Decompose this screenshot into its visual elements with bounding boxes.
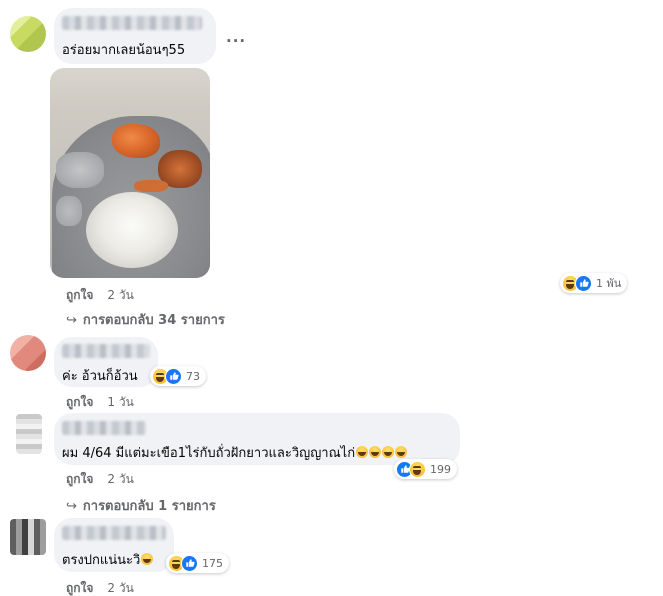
comment-text: ผม 4/64 มีแต่มะเขือ1ไร่กับถั่วฝักยาวและว… [62, 442, 408, 463]
laughing-emoji-icon [395, 446, 408, 458]
blurred-commenter-name[interactable] [62, 526, 166, 540]
laughing-emoji-icon [356, 446, 369, 458]
like-button[interactable]: ถูกใจ [66, 288, 93, 302]
comment-text-body: ตรงปกแน่นะวิ [62, 553, 141, 568]
sauce-food [134, 180, 168, 192]
commenter-avatar[interactable] [10, 519, 46, 555]
comment-actions: ถูกใจ 2 วัน [66, 470, 134, 489]
reaction-summary[interactable]: 73 [150, 366, 206, 386]
comment-text: ตรงปกแน่นะวิ [62, 549, 154, 570]
laughing-emoji-icon [369, 446, 382, 458]
more-options-button[interactable]: ··· [226, 32, 246, 50]
reaction-summary[interactable]: 1 พัน [560, 273, 628, 293]
reaction-count: 199 [430, 462, 451, 476]
replies-label: การตอบกลับ 34 รายการ [82, 313, 225, 328]
commenter-avatar[interactable] [10, 16, 46, 52]
like-button[interactable]: ถูกใจ [66, 472, 93, 486]
rice-food [86, 192, 178, 268]
comment-text-body: ผม 4/64 มีแต่มะเขือ1ไร่กับถั่วฝักยาวและว… [62, 446, 356, 461]
laughing-emoji-icon [141, 553, 154, 565]
curry-food [112, 124, 160, 158]
comment-actions: ถูกใจ 1 วัน [66, 393, 134, 412]
reaction-summary[interactable]: 175 [166, 553, 229, 573]
haha-reaction-icon [409, 460, 426, 478]
tray-compartment [56, 196, 82, 226]
comment-photo-food-tray[interactable] [50, 68, 210, 278]
reaction-count: 73 [186, 369, 200, 383]
comment-time[interactable]: 1 วัน [107, 395, 133, 409]
tray-compartment [56, 152, 104, 188]
comment-time[interactable]: 2 วัน [107, 581, 133, 595]
like-reaction-icon [181, 554, 198, 572]
like-button[interactable]: ถูกใจ [66, 581, 93, 595]
reaction-count: 1 พัน [596, 277, 622, 290]
comment-text: ค่ะ อ้วนก็อ้วน [62, 369, 138, 384]
reaction-summary[interactable]: 199 [394, 459, 457, 479]
like-button[interactable]: ถูกใจ [66, 395, 93, 409]
reply-arrow-icon: ↪ [66, 499, 77, 514]
replies-label: การตอบกลับ 1 รายการ [82, 499, 216, 514]
blurred-commenter-name[interactable] [62, 344, 150, 358]
laughing-emoji-icon [382, 446, 395, 458]
view-replies-link[interactable]: ↪ การตอบกลับ 34 รายการ [66, 309, 225, 330]
comment-actions: ถูกใจ 2 วัน [66, 286, 134, 305]
comment-text: อร่อยมากเลยน้อนๆ55 [62, 43, 186, 58]
comment-time[interactable]: 2 วัน [107, 288, 133, 302]
like-reaction-icon [165, 367, 182, 385]
commenter-avatar[interactable] [10, 335, 46, 371]
commenter-avatar[interactable] [16, 414, 42, 454]
blurred-commenter-name[interactable] [62, 421, 146, 435]
view-replies-link[interactable]: ↪ การตอบกลับ 1 รายการ [66, 495, 216, 516]
reaction-count: 175 [202, 556, 223, 570]
reply-arrow-icon: ↪ [66, 313, 77, 328]
blurred-commenter-name[interactable] [62, 16, 202, 30]
like-reaction-icon [575, 274, 592, 292]
comment-time[interactable]: 2 วัน [107, 472, 133, 486]
comment-actions: ถูกใจ 2 วัน [66, 579, 134, 596]
